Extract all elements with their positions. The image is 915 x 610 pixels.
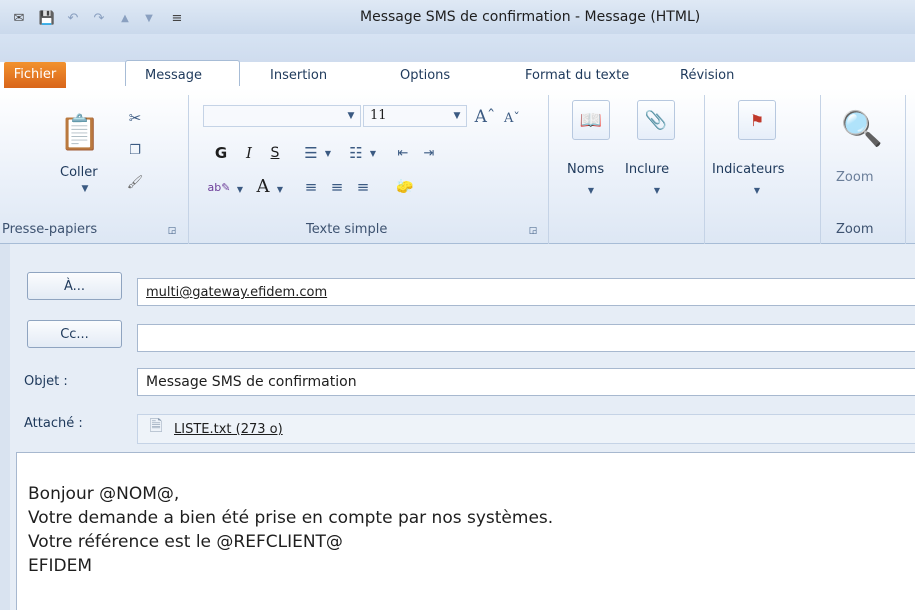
save-icon[interactable]: 💾 [38,9,56,27]
align-center-icon[interactable]: ≡ [326,176,348,198]
numbering-dropdown-icon[interactable]: ▼ [367,142,379,164]
names-button-icon[interactable]: 📖 [572,100,610,140]
shrink-font-icon[interactable]: Aˇ [502,108,522,128]
subject-label: Objet : [24,374,68,389]
title-bar: ✉ 💾 ↶ ↷ ▲ ▼ ≡ Message SMS de confirmatio… [0,0,915,34]
highlight-icon[interactable]: ab✎ [206,176,232,198]
clipboard-launcher-icon[interactable]: ◲ [165,224,179,238]
tags-button-label[interactable]: Indicateurs [712,162,785,177]
window-title: Message SMS de confirmation - Message (H… [360,9,701,25]
bullets-icon[interactable]: ☰ [300,142,322,164]
bullets-dropdown-icon[interactable]: ▼ [322,142,334,164]
zoom-icon[interactable]: 🔍 [841,104,883,154]
to-recipient[interactable]: multi@gateway.efidem.com [146,285,327,300]
basic-text-launcher-icon[interactable]: ◲ [526,224,540,238]
cut-icon[interactable]: ✂ [125,108,145,128]
body-line: Bonjour @NOM@, [28,484,180,504]
text-file-icon: 🗎 [149,415,163,435]
undo-icon[interactable]: ↶ [64,9,82,27]
tags-dropdown-icon[interactable]: ▼ [750,184,764,196]
zoom-button-label[interactable]: Zoom [836,170,873,185]
left-edge [0,244,10,610]
body-line: Votre référence est le @REFCLIENT@ [28,532,343,552]
format-painter-icon[interactable]: 🖌 [125,172,145,192]
app-icon[interactable]: ✉ [8,9,30,27]
customize-icon[interactable]: ≡ [168,9,186,27]
font-family-dropdown-icon[interactable]: ▼ [344,108,358,124]
font-color-button[interactable]: A [252,174,274,198]
grow-font-icon[interactable]: Aˆ [474,106,496,128]
font-family-combo[interactable] [203,105,361,127]
message-body[interactable] [16,452,915,610]
separator [548,95,549,245]
separator [820,95,821,245]
include-button-icon[interactable]: 📎 [637,100,675,140]
styles-eraser-icon[interactable]: 🧽 [392,174,418,200]
to-field[interactable]: multi@gateway.efidem.com [137,278,915,306]
attachment-link[interactable]: LISTE.txt (273 o) [174,422,283,437]
cc-button[interactable]: Cc... [27,320,122,348]
font-color-dropdown-icon[interactable]: ▼ [274,178,286,200]
separator [704,95,705,245]
align-right-icon[interactable]: ≡ [352,176,374,198]
tab-strip [0,34,915,62]
separator [188,95,189,245]
decrease-indent-icon[interactable]: ⇤ [392,142,414,164]
include-dropdown-icon[interactable]: ▼ [650,184,664,196]
body-line: Votre demande a bien été prise en compte… [28,508,554,528]
subject-field[interactable]: Message SMS de confirmation [137,368,915,396]
names-dropdown-icon[interactable]: ▼ [584,184,598,196]
tab-options[interactable]: Options [400,62,450,90]
italic-button[interactable]: I [238,142,260,164]
group-label-clipboard: Presse-papiers [2,222,98,237]
include-button-label[interactable]: Inclure [625,162,669,177]
paste-button-label[interactable]: Coller [60,165,98,180]
group-label-zoom: Zoom [836,222,874,237]
underline-button[interactable]: S [264,142,286,164]
tags-button-icon[interactable]: ⚑ [738,100,776,140]
increase-indent-icon[interactable]: ⇥ [418,142,440,164]
bold-button[interactable]: G [210,142,232,164]
separator [905,95,906,245]
copy-icon[interactable]: ❐ [125,140,145,160]
redo-icon[interactable]: ↷ [90,9,108,27]
tab-format-du-texte[interactable]: Format du texte [525,62,629,90]
group-label-basic-text: Texte simple [306,222,388,237]
font-size-value: 11 [370,108,387,123]
down-arrow-icon[interactable]: ▼ [140,9,158,27]
cc-field[interactable] [137,324,915,352]
body-line: EFIDEM [28,556,93,576]
tab-fichier[interactable]: Fichier [4,62,66,88]
to-button[interactable]: À... [27,272,122,300]
tab-revision[interactable]: Révision [680,62,734,90]
up-arrow-icon[interactable]: ▲ [116,9,134,27]
numbering-icon[interactable]: ☷ [345,142,367,164]
align-left-icon[interactable]: ≡ [300,176,322,198]
font-size-dropdown-icon[interactable]: ▼ [450,108,464,124]
highlight-dropdown-icon[interactable]: ▼ [234,178,246,200]
attached-label: Attaché : [24,416,83,431]
names-button-label[interactable]: Noms [567,162,604,177]
tab-insertion[interactable]: Insertion [270,62,327,90]
paste-dropdown-icon[interactable]: ▼ [78,184,92,194]
paste-icon[interactable]: 📋 [59,108,101,158]
tab-message[interactable]: Message [145,62,202,90]
